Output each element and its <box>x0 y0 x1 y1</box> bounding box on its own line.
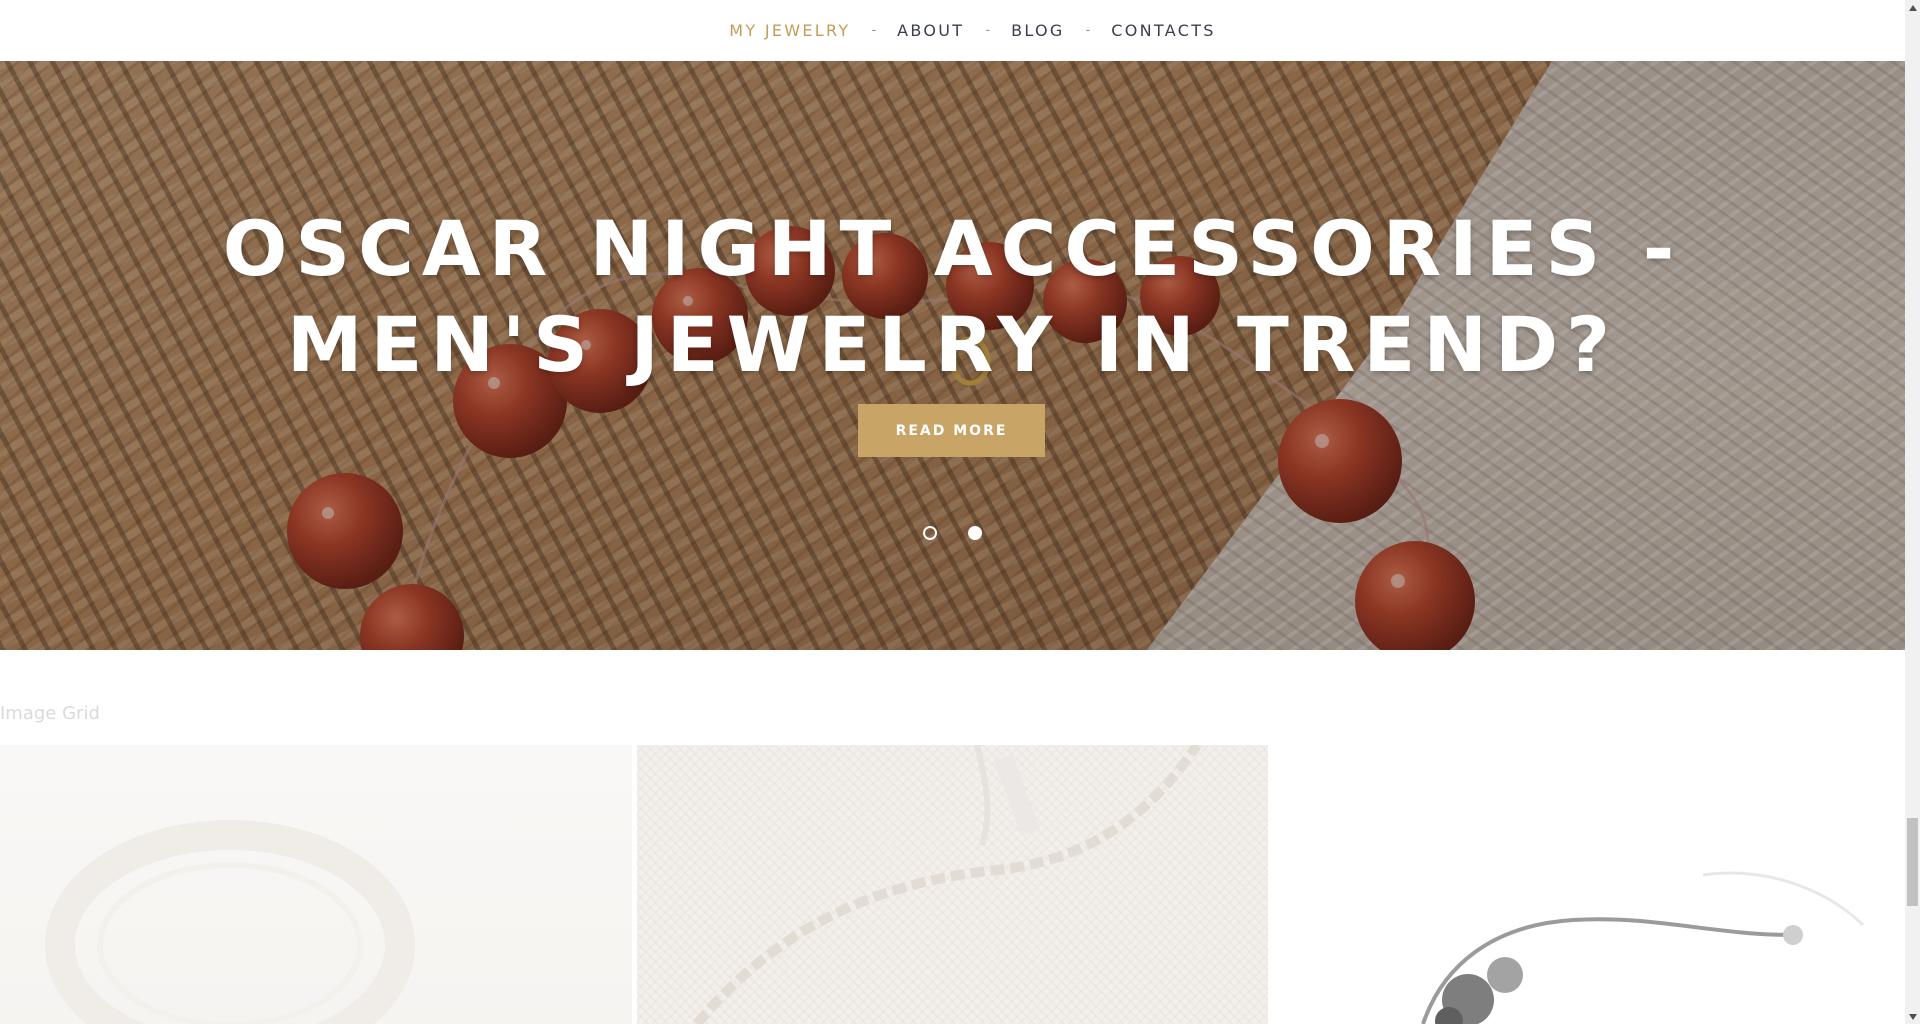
nav-separator: - <box>1085 23 1091 38</box>
nav-link-contacts[interactable]: CONTACTS <box>1111 21 1215 40</box>
scroll-up-arrow-icon[interactable] <box>1905 0 1920 15</box>
nav-separator: - <box>985 23 991 38</box>
image-grid-heading: Image Grid <box>0 703 100 724</box>
hero-slider: OSCAR NIGHT ACCESSORIES - MEN'S JEWELRY … <box>0 61 1905 650</box>
vertical-scrollbar[interactable] <box>1905 0 1920 1024</box>
hero-title: OSCAR NIGHT ACCESSORIES - MEN'S JEWELRY … <box>222 204 1683 389</box>
grid-image-pendant[interactable] <box>1273 745 1905 1024</box>
pendant-necklace-image <box>1421 871 1865 1024</box>
braided-bracelet-image <box>693 745 1202 1024</box>
main-menu: MY JEWELRY - ABOUT - BLOG - CONTACTS <box>729 21 1215 40</box>
grid-image-ring[interactable] <box>0 745 632 1024</box>
ring-image <box>45 820 415 1024</box>
grid-image-bracelet-fabric[interactable] <box>637 745 1268 1024</box>
nav-link-blog[interactable]: BLOG <box>1011 21 1065 40</box>
scroll-down-arrow-icon[interactable] <box>1905 1009 1920 1024</box>
scrollbar-thumb[interactable] <box>1907 818 1918 906</box>
nav-link-about[interactable]: ABOUT <box>897 21 964 40</box>
page: MY JEWELRY - ABOUT - BLOG - CONTACTS OSC… <box>0 0 1905 1024</box>
read-more-button[interactable]: READ MORE <box>858 404 1045 457</box>
top-navigation: MY JEWELRY - ABOUT - BLOG - CONTACTS <box>0 0 1905 61</box>
slider-dot-2-active[interactable] <box>968 526 982 540</box>
nav-link-my-jewelry[interactable]: MY JEWELRY <box>729 21 850 40</box>
nav-separator: - <box>871 23 877 38</box>
slider-dot-1[interactable] <box>923 526 937 540</box>
